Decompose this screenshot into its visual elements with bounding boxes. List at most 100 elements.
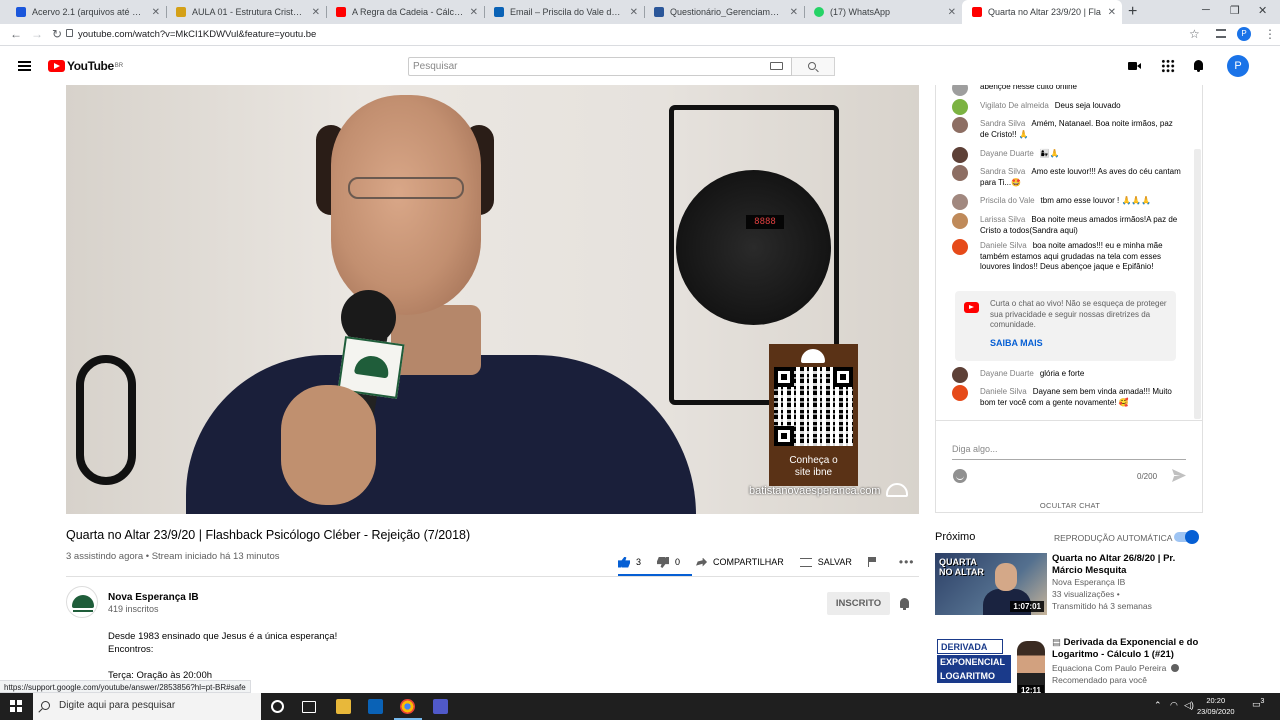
notification-center-icon[interactable]: ▭3 (1252, 698, 1264, 710)
chat-author[interactable]: Sandra Silva (980, 167, 1025, 176)
tab-close-icon[interactable]: ✕ (1108, 7, 1116, 18)
hide-chat-button[interactable]: OCULTAR CHAT (936, 501, 1202, 510)
browser-menu-icon[interactable]: ⋮ (1264, 27, 1276, 41)
browser-profile-avatar[interactable]: P (1237, 27, 1251, 41)
send-icon[interactable] (1172, 469, 1186, 482)
browser-tab[interactable]: A Regra da Cadeia - Cálculo ✕ (326, 0, 484, 24)
channel-name[interactable]: Nova Esperança IB (108, 592, 199, 603)
bookmark-star-icon[interactable]: ☆ (1189, 27, 1200, 41)
chat-avatar[interactable] (952, 385, 968, 401)
learn-more-link[interactable]: SAIBA MAIS (990, 338, 1043, 348)
emoji-icon[interactable] (953, 469, 967, 483)
lock-icon[interactable] (66, 29, 73, 37)
outlook-icon[interactable] (368, 699, 383, 714)
chat-author[interactable]: Daniele Silva (980, 241, 1027, 250)
chrome-icon[interactable] (400, 699, 415, 714)
tray-chevron-icon[interactable]: ⌃ (1154, 700, 1162, 711)
chat-author[interactable]: Vigilato De almeida (980, 101, 1049, 110)
autoplay-toggle[interactable] (1174, 530, 1199, 544)
chat-avatar[interactable] (952, 194, 968, 210)
chat-scrollbar[interactable] (1194, 149, 1201, 419)
wifi-icon[interactable]: ◠ (1170, 700, 1178, 711)
reload-icon[interactable]: ↻ (52, 27, 62, 41)
window-close-icon[interactable]: ✕ (1258, 4, 1267, 17)
dislike-count: 0 (675, 557, 681, 567)
chat-avatar[interactable] (952, 239, 968, 255)
chat-author[interactable]: Sandra Silva (980, 119, 1025, 128)
video-thumbnail[interactable]: QUARTA NO ALTAR 1:07:01 (935, 553, 1047, 615)
browser-tab[interactable]: Email – Priscila do Vale da Silva – ✕ (484, 0, 644, 24)
tab-close-icon[interactable]: ✕ (312, 7, 320, 18)
search-input[interactable]: Pesquisar (408, 57, 792, 76)
tab-close-icon[interactable]: ✕ (630, 7, 638, 18)
chat-avatar[interactable] (952, 147, 968, 163)
browser-tab[interactable]: Questionário_GerenciamentoRis ✕ (644, 0, 804, 24)
browser-tab[interactable]: AULA 01 - Estrutura Cristalina.pd ✕ (166, 0, 326, 24)
flag-icon (867, 557, 877, 567)
tab-close-icon[interactable]: ✕ (152, 7, 160, 18)
dislike-button[interactable]: 0 (657, 557, 680, 568)
chat-message-input[interactable]: Diga algo... (952, 444, 1186, 460)
notifications-bell-icon[interactable] (1192, 59, 1206, 73)
browser-tab[interactable]: Acervo 2.1 (arquivos até 2019.2) ✕ (6, 0, 166, 24)
subscribe-button[interactable]: INSCRITO (827, 592, 890, 615)
apps-grid-icon[interactable] (1161, 59, 1175, 73)
browser-tab[interactable]: (17) WhatsApp ✕ (804, 0, 962, 24)
share-button[interactable]: COMPARTILHAR (696, 557, 784, 567)
recommended-title[interactable]: ▤ Derivada da Exponencial e do Logaritmo… (1052, 637, 1200, 661)
chat-avatar[interactable] (952, 213, 968, 229)
teams-icon[interactable] (433, 699, 448, 714)
chat-author[interactable]: Priscila do Vale (980, 196, 1035, 205)
windows-start-icon[interactable] (10, 700, 22, 712)
url-field[interactable]: youtube.com/watch?v=MkCI1KDWVul&feature=… (78, 29, 316, 40)
volume-icon[interactable]: ◁) (1184, 700, 1194, 711)
chat-avatar[interactable] (952, 85, 968, 96)
chat-avatar[interactable] (952, 117, 968, 133)
youtube-logo[interactable]: YouTube BR (48, 59, 123, 73)
browser-tab-active[interactable]: Quarta no Altar 23/9/20 | Fla ✕ (962, 0, 1122, 24)
new-tab-button[interactable]: + (1128, 3, 1137, 21)
channel-notification-bell-icon[interactable] (898, 597, 912, 611)
thumbs-down-icon (657, 557, 669, 568)
account-avatar[interactable]: P (1227, 55, 1249, 77)
description-line: Encontros: (108, 644, 154, 655)
reading-list-icon[interactable] (1216, 29, 1226, 38)
tab-close-icon[interactable]: ✕ (790, 7, 798, 18)
taskbar-clock[interactable]: 20:20 23/09/2020 (1197, 695, 1235, 717)
search-button[interactable] (792, 57, 835, 76)
chat-author[interactable]: Dayane Duarte (980, 149, 1034, 158)
cortana-icon[interactable] (271, 700, 284, 713)
chat-avatar[interactable] (952, 367, 968, 383)
chat-author[interactable]: Dayane Duarte (980, 369, 1034, 378)
task-view-icon[interactable] (302, 701, 316, 713)
video-title: Quarta no Altar 23/9/20 | Flashback Psic… (66, 528, 471, 542)
more-actions-button[interactable]: ••• (899, 555, 915, 569)
recommended-video[interactable]: DERIVADA EXPONENCIAL LOGARITMO 12:11 ▤ D… (935, 637, 1203, 699)
back-icon[interactable]: ← (10, 27, 22, 41)
file-explorer-icon[interactable] (336, 699, 351, 714)
create-video-icon[interactable] (1128, 59, 1142, 73)
maximize-icon[interactable]: ❐ (1230, 4, 1240, 17)
chat-author[interactable]: Daniele Silva (980, 387, 1027, 396)
tab-close-icon[interactable]: ✕ (948, 7, 956, 18)
recommended-video[interactable]: QUARTA NO ALTAR 1:07:01 Quarta no Altar … (935, 553, 1203, 615)
chat-author[interactable]: Larissa Silva (980, 215, 1025, 224)
keyboard-icon[interactable] (770, 62, 783, 70)
like-button[interactable]: 3 (618, 556, 641, 568)
minimize-icon[interactable]: ─ (1202, 4, 1210, 16)
up-next-label: Próximo (935, 531, 976, 543)
chat-avatar[interactable] (952, 99, 968, 115)
qr-finder (833, 367, 853, 387)
search-icon (41, 701, 50, 710)
report-button[interactable] (867, 557, 883, 567)
taskbar-search[interactable]: Digite aqui para pesquisar (33, 693, 261, 720)
recommended-title[interactable]: Quarta no Altar 26/8/20 | Pr. Márcio Mes… (1052, 553, 1200, 577)
menu-icon[interactable] (18, 61, 31, 71)
save-button[interactable]: SALVAR (799, 557, 852, 567)
video-thumbnail[interactable]: DERIVADA EXPONENCIAL LOGARITMO 12:11 (935, 637, 1047, 699)
chat-avatar[interactable] (952, 165, 968, 181)
channel-avatar[interactable] (66, 586, 98, 618)
tab-close-icon[interactable]: ✕ (470, 7, 478, 18)
video-player[interactable]: 8888 Conheça o site ibne batistanovaespe… (66, 85, 919, 514)
forward-icon[interactable]: → (31, 27, 43, 41)
